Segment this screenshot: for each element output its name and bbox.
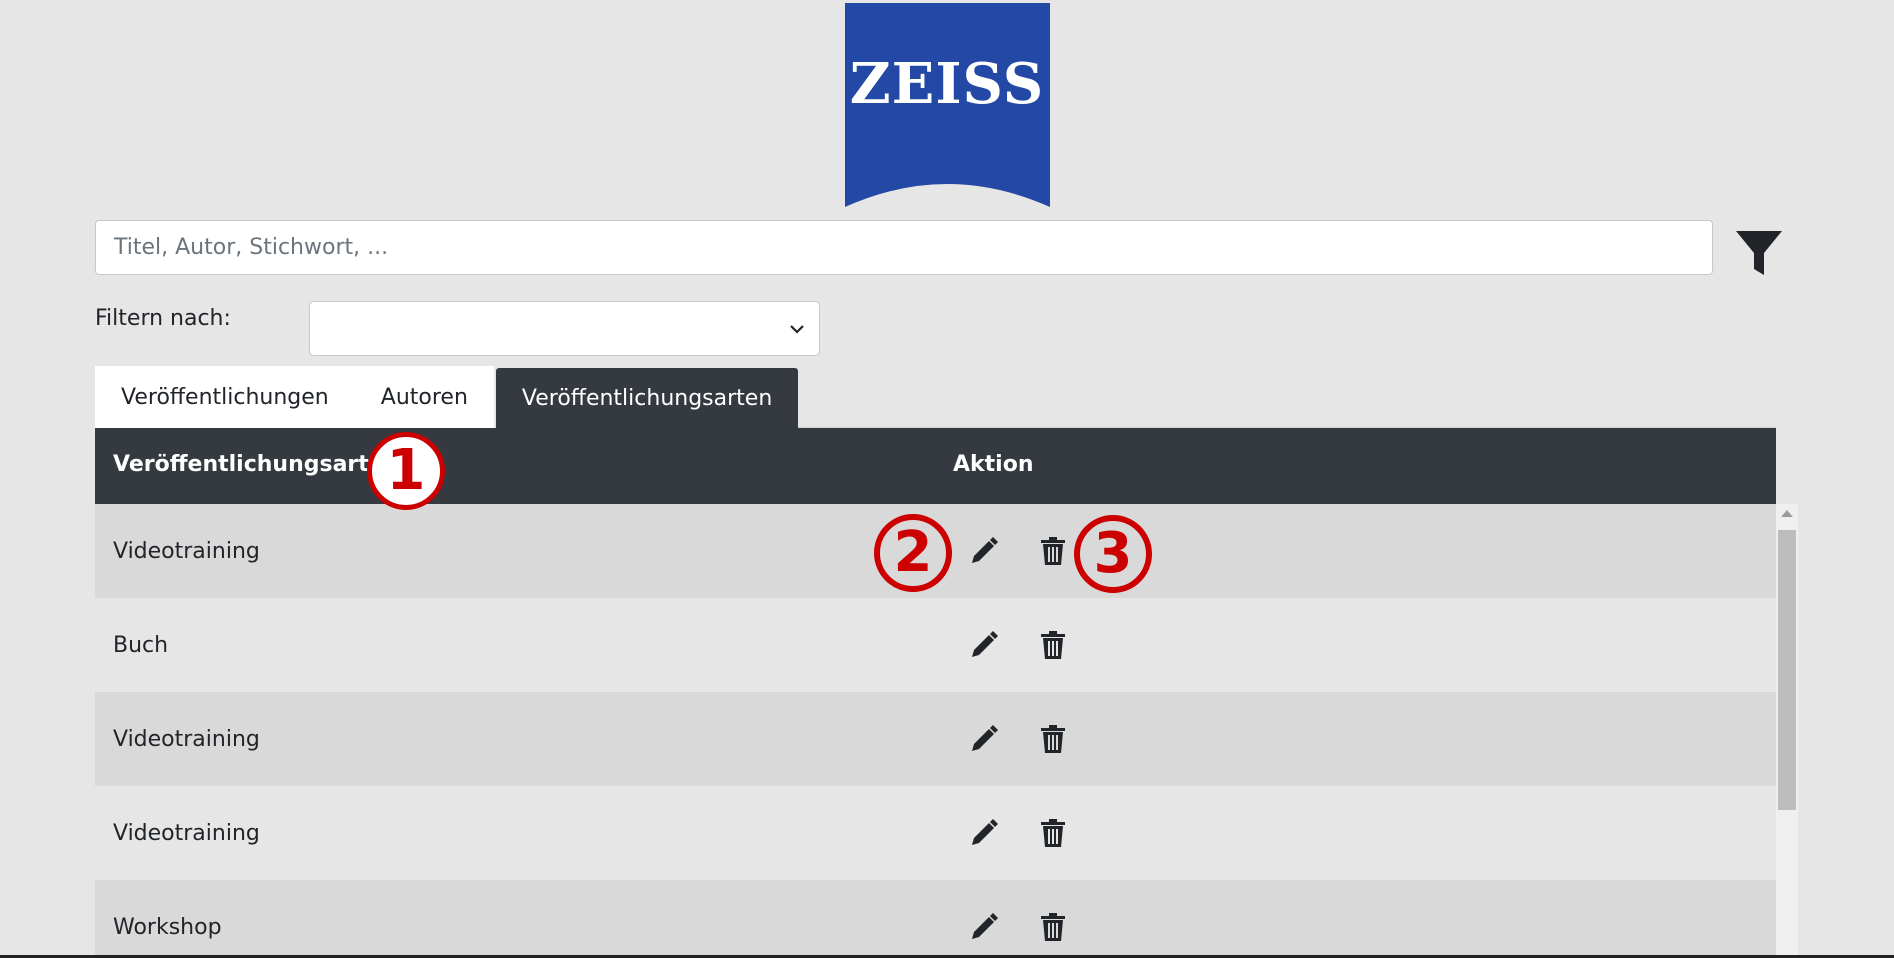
row-name: Workshop	[113, 915, 222, 940]
row-name: Buch	[113, 633, 169, 658]
table-header: Veröffentlichungsart Aktion	[95, 428, 1776, 504]
filter-select[interactable]	[309, 301, 820, 356]
pencil-icon[interactable]	[969, 818, 999, 848]
trash-icon[interactable]	[1040, 630, 1066, 660]
trash-icon[interactable]	[1040, 724, 1066, 754]
table-row: Videotraining	[95, 692, 1776, 786]
scrollbar-thumb[interactable]	[1778, 530, 1796, 810]
trash-icon[interactable]	[1040, 818, 1066, 848]
row-name: Videotraining	[113, 727, 260, 752]
table-row: Videotraining	[95, 786, 1776, 880]
filter-icon	[1736, 231, 1782, 275]
zeiss-logo: ZEISS	[845, 3, 1050, 207]
column-header-type[interactable]: Veröffentlichungsart	[113, 452, 369, 477]
filter-button[interactable]	[1733, 228, 1785, 280]
row-name: Videotraining	[113, 539, 260, 564]
table-row: Buch	[95, 598, 1776, 692]
row-name: Videotraining	[113, 821, 260, 846]
pencil-icon[interactable]	[969, 630, 999, 660]
pencil-icon[interactable]	[969, 724, 999, 754]
trash-icon[interactable]	[1040, 536, 1066, 566]
annotation-marker-3: 3	[1074, 515, 1152, 593]
filter-label: Filtern nach:	[95, 306, 231, 331]
tab-veroeffentlichungsarten[interactable]: Veröffentlichungsarten	[495, 368, 799, 429]
annotation-marker-2: 2	[874, 514, 952, 592]
tab-autoren[interactable]: Autoren	[354, 366, 494, 428]
search-input[interactable]	[95, 220, 1713, 275]
tab-bar: Veröffentlichungen Autoren Veröffentlich…	[95, 366, 1776, 429]
svg-text:ZEISS: ZEISS	[850, 51, 1044, 117]
app-root: ZEISS Filtern nach: Veröffentlichungen A…	[0, 0, 1894, 958]
column-header-action: Aktion	[953, 452, 1034, 477]
pencil-icon[interactable]	[969, 912, 999, 942]
chevron-down-icon	[790, 325, 804, 334]
tab-veroeffentlichungen[interactable]: Veröffentlichungen	[95, 366, 355, 428]
annotation-marker-1: 1	[367, 432, 445, 510]
tab-bar-spacer	[798, 366, 1776, 428]
scroll-up-arrow-icon[interactable]	[1781, 510, 1793, 517]
pencil-icon[interactable]	[969, 536, 999, 566]
table-row: Workshop	[95, 880, 1776, 958]
trash-icon[interactable]	[1040, 912, 1066, 942]
